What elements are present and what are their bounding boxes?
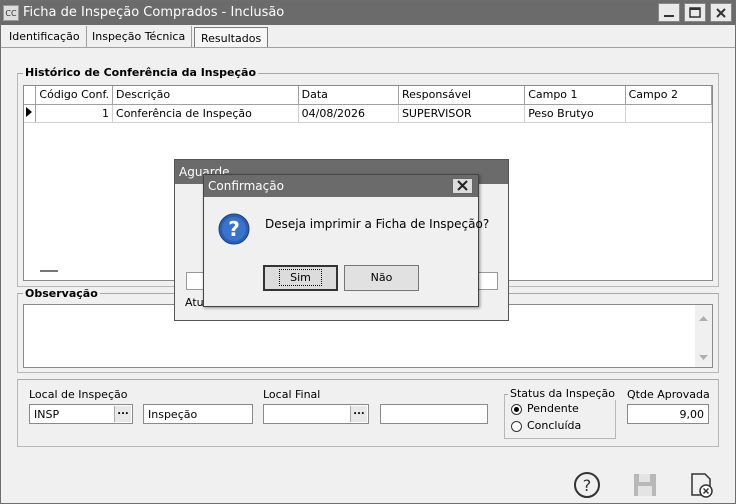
col-descricao[interactable]: Descrição	[112, 86, 299, 105]
status-concluida-radio[interactable]	[511, 421, 522, 432]
minimize-button[interactable]	[658, 3, 680, 22]
local-inspecao-lookup-button[interactable]: ...	[114, 406, 131, 422]
tab-divider	[1, 47, 735, 48]
local-final-code-field[interactable]: ...	[263, 404, 369, 424]
observacao-title: Observação	[23, 287, 100, 300]
cell-data[interactable]: 04/08/2026	[298, 104, 399, 123]
svg-text:?: ?	[583, 476, 592, 495]
maximize-button[interactable]	[684, 3, 706, 22]
status-concluida-label: Concluída	[527, 419, 582, 432]
tab-inspecao-tecnica[interactable]: Inspeção Técnica	[86, 26, 193, 47]
qtde-aprovada-field[interactable]: 9,00	[627, 404, 709, 424]
cell-campo2[interactable]	[625, 104, 713, 123]
close-form-icon[interactable]	[687, 471, 715, 499]
col-responsavel[interactable]: Responsável	[398, 86, 526, 105]
status-pendente-radio[interactable]	[511, 404, 522, 415]
close-icon	[716, 8, 726, 18]
local-final-name-field[interactable]	[380, 404, 488, 424]
yes-button[interactable]: Sim	[263, 265, 338, 291]
status-group	[504, 394, 616, 439]
cell-descricao[interactable]: Conferência de Inspeção	[112, 104, 299, 123]
scroll-down-icon	[699, 355, 708, 360]
minimize-icon	[664, 15, 674, 17]
main-window: CC Ficha de Inspeção Comprados - Inclusã…	[0, 0, 736, 504]
table-row[interactable]: 1 Conferência de Inspeção 04/08/2026 SUP…	[24, 104, 713, 123]
row-indicator-header	[24, 86, 37, 105]
historico-title: Histórico de Conferência da Inspeção	[23, 66, 259, 79]
local-inspecao-label: Local de Inspeção	[29, 388, 128, 401]
scroll-up-icon	[699, 316, 708, 321]
local-final-lookup-button[interactable]: ...	[350, 406, 367, 422]
question-icon: ?	[218, 213, 250, 245]
close-icon	[457, 180, 468, 191]
col-campo1[interactable]: Campo 1	[524, 86, 626, 105]
window-title: Ficha de Inspeção Comprados - Inclusão	[23, 5, 285, 20]
confirm-dialog: Confirmação ? Deseja imprimir a Ficha de…	[203, 174, 489, 307]
col-campo2[interactable]: Campo 2	[625, 86, 713, 105]
local-inspecao-name-field[interactable]: Inspeção	[143, 404, 253, 424]
cell-responsavel[interactable]: SUPERVISOR	[398, 104, 526, 123]
qtde-aprovada-label: Qtde Aprovada	[627, 388, 710, 401]
tab-identificacao[interactable]: Identificação	[3, 26, 87, 47]
title-bar: CC Ficha de Inspeção Comprados - Inclusã…	[1, 1, 735, 25]
observacao-scrollbar[interactable]	[695, 305, 712, 367]
close-window-button[interactable]	[710, 3, 732, 22]
col-codigo[interactable]: Código Conf.	[35, 86, 114, 105]
status-label: Status da Inspeção	[508, 387, 617, 400]
row-pointer-icon	[24, 104, 37, 123]
save-icon[interactable]	[631, 471, 659, 499]
confirm-close-button[interactable]	[452, 178, 473, 194]
cell-codigo[interactable]: 1	[35, 104, 114, 123]
local-final-label: Local Final	[263, 388, 321, 401]
local-inspecao-code-field[interactable]: INSP ...	[29, 404, 133, 424]
maximize-icon	[689, 7, 701, 18]
confirm-title: Confirmação	[204, 175, 478, 197]
cell-campo1[interactable]: Peso Brutyo	[524, 104, 626, 123]
no-button[interactable]: Não	[344, 265, 419, 291]
help-icon[interactable]: ?	[573, 471, 601, 499]
svg-text:?: ?	[228, 217, 240, 241]
confirm-message: Deseja imprimir a Ficha de Inspeção?	[265, 217, 490, 231]
app-icon: CC	[3, 5, 19, 21]
tab-resultados[interactable]: Resultados	[194, 27, 269, 48]
scroll-thumb[interactable]	[40, 270, 58, 272]
status-pendente-label: Pendente	[527, 402, 579, 415]
col-data[interactable]: Data	[298, 86, 399, 105]
